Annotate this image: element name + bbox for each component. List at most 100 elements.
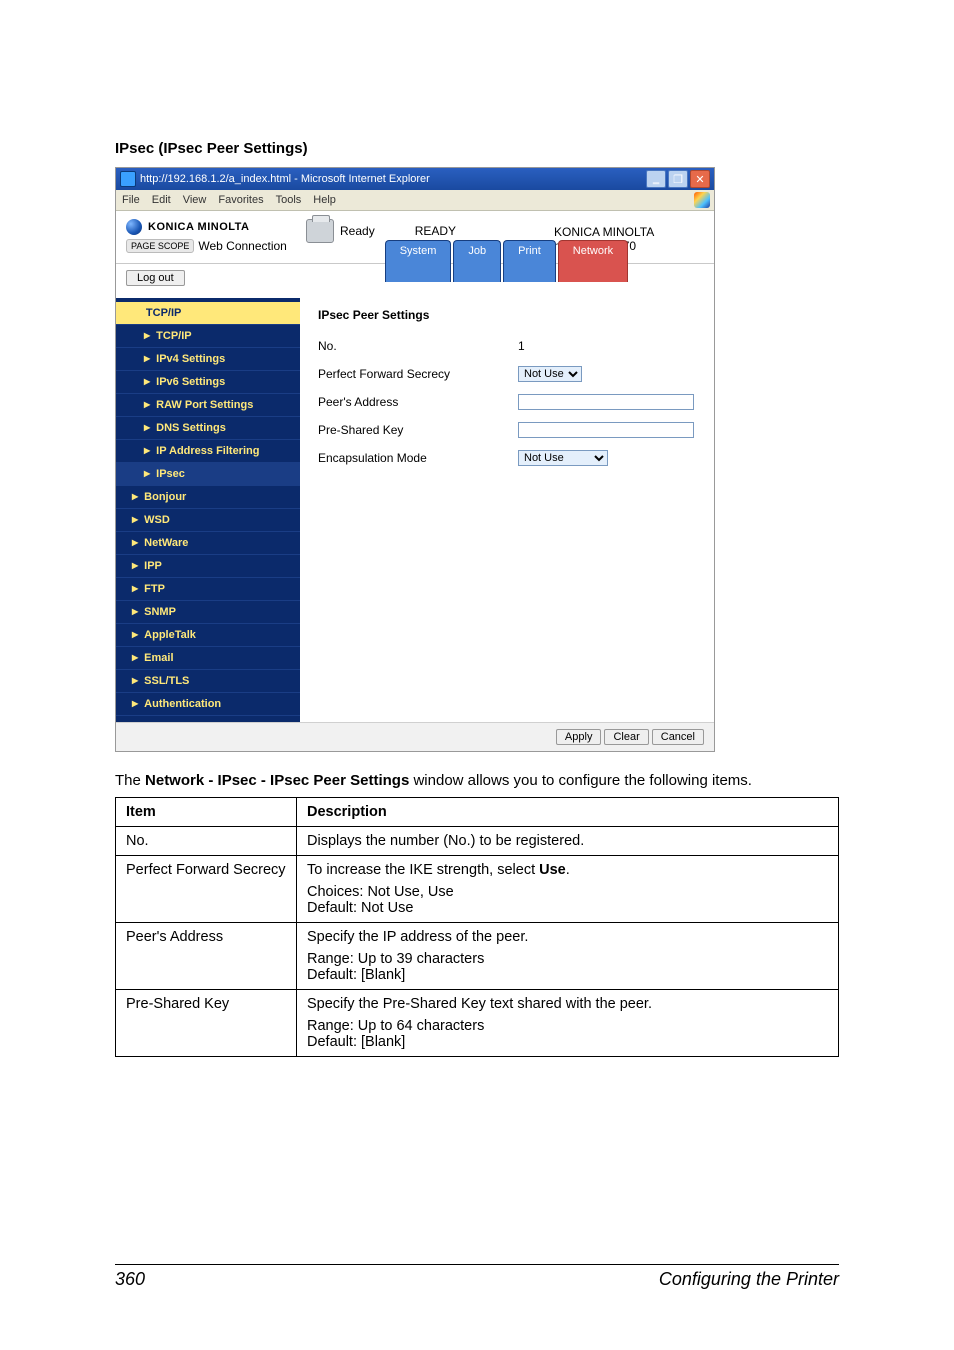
sidebar-item-wsd[interactable]: ▶WSD: [116, 509, 300, 532]
table-row: Peer's Address Specify the IP address of…: [116, 923, 839, 990]
desc-bold: Use: [539, 862, 566, 878]
cancel-button[interactable]: Cancel: [652, 729, 704, 745]
encapsulation-mode-select[interactable]: Not Use: [518, 450, 608, 466]
triangle-right-icon: ▶: [132, 676, 138, 685]
sidebar-group-tcpip[interactable]: ▼ TCP/IP: [116, 302, 300, 325]
sidebar-item-label: IP Address Filtering: [156, 445, 259, 457]
footer-rule: [115, 1264, 839, 1265]
caption-prefix: The: [115, 772, 145, 789]
sidebar-item-dns[interactable]: ▶ DNS Settings: [116, 417, 300, 440]
pfs-select[interactable]: Not Use: [518, 366, 582, 382]
triangle-right-icon: ▶: [132, 584, 138, 593]
triangle-right-icon: ▶: [132, 630, 138, 639]
footer-title: Configuring the Printer: [659, 1269, 839, 1290]
field-value-no: 1: [518, 339, 525, 353]
brand-name: KONICA MINOLTA: [148, 221, 250, 233]
triangle-right-icon: ▶: [144, 331, 150, 340]
tab-job[interactable]: Job: [453, 240, 501, 282]
sidebar-item-ssltls[interactable]: ▶ SSL/TLS: [116, 670, 300, 693]
sidebar-item-bonjour[interactable]: ▶Bonjour: [116, 486, 300, 509]
field-label-encap: Encapsulation Mode: [318, 451, 518, 465]
page-number: 360: [115, 1269, 145, 1290]
ie-throbber-icon: [694, 192, 710, 208]
menu-tools[interactable]: Tools: [276, 194, 302, 206]
menu-favorites[interactable]: Favorites: [218, 194, 263, 206]
sidebar-item-label: WSD: [144, 514, 170, 526]
konica-minolta-logo-icon: [126, 219, 142, 235]
triangle-right-icon: ▶: [132, 699, 138, 708]
apply-button[interactable]: Apply: [556, 729, 602, 745]
table-cell-item: No.: [116, 827, 297, 856]
desc-line: Default: [Blank]: [307, 1034, 828, 1050]
table-cell-desc: Displays the number (No.) to be register…: [297, 827, 839, 856]
sidebar-item-ipp[interactable]: ▶ IPP: [116, 555, 300, 578]
peer-address-input[interactable]: [518, 394, 694, 410]
sidebar-item-label: AppleTalk: [144, 629, 196, 641]
sidebar-item-label: DNS Settings: [156, 422, 226, 434]
desc-line: Specify the IP address of the peer.: [307, 929, 828, 945]
sidebar-item-email[interactable]: ▶Email: [116, 647, 300, 670]
sidebar-item-label: FTP: [144, 583, 165, 595]
sidebar-item-netware[interactable]: ▶NetWare: [116, 532, 300, 555]
status-ready-big: READY: [415, 224, 456, 238]
table-header-description: Description: [297, 798, 839, 827]
menu-bar: File Edit View Favorites Tools Help: [116, 190, 714, 211]
desc-text: To increase the IKE strength, select: [307, 862, 539, 878]
sidebar-item-authentication[interactable]: ▶ Authentication: [116, 693, 300, 716]
sidebar-item-snmp[interactable]: ▶SNMP: [116, 601, 300, 624]
sidebar: ▼ TCP/IP ▶ TCP/IP ▶ IPv4 Settings ▶IPv6 Se…: [116, 298, 300, 722]
tab-network[interactable]: Network: [558, 240, 628, 282]
triangle-right-icon: ▶: [132, 561, 138, 570]
sidebar-item-label: Bonjour: [144, 491, 186, 503]
screenshot-window: http://192.168.1.2/a_index.html - Micros…: [115, 167, 715, 752]
sidebar-item-label: NetWare: [144, 537, 188, 549]
menu-edit[interactable]: Edit: [152, 194, 171, 206]
sidebar-item-tcpip[interactable]: ▶ TCP/IP: [116, 325, 300, 348]
logout-button[interactable]: Log out: [126, 270, 185, 286]
triangle-right-icon: ▶: [144, 423, 150, 432]
sidebar-item-label: IPv4 Settings: [156, 353, 225, 365]
sidebar-item-label: SSL/TLS: [144, 675, 189, 687]
clear-button[interactable]: Clear: [604, 729, 648, 745]
printer-icon: [306, 219, 334, 243]
sidebar-item-ftp[interactable]: ▶ FTP: [116, 578, 300, 601]
menu-view[interactable]: View: [183, 194, 207, 206]
sidebar-item-ipv4[interactable]: ▶ IPv4 Settings: [116, 348, 300, 371]
chevron-down-icon: ▼: [132, 308, 140, 317]
triangle-right-icon: ▶: [144, 400, 150, 409]
sidebar-item-ipfilter[interactable]: ▶IP Address Filtering: [116, 440, 300, 463]
sidebar-group-label: TCP/IP: [146, 307, 181, 319]
sidebar-item-ipsec[interactable]: ▶IPsec: [116, 463, 300, 486]
sidebar-item-label: IPP: [144, 560, 162, 572]
table-cell-item: Perfect Forward Secrecy: [116, 856, 297, 923]
sidebar-item-rawport[interactable]: ▶RAW Port Settings: [116, 394, 300, 417]
caption-bold: Network - IPsec - IPsec Peer Settings: [145, 772, 409, 789]
sidebar-item-label: Email: [144, 652, 173, 664]
desc-line: Choices: Not Use, Use: [307, 884, 828, 900]
window-title: http://192.168.1.2/a_index.html - Micros…: [140, 173, 430, 185]
sidebar-item-label: TCP/IP: [156, 330, 191, 342]
window-maximize-button[interactable]: ❐: [668, 170, 688, 188]
sidebar-item-label: Authentication: [144, 698, 221, 710]
field-label-no: No.: [318, 339, 518, 353]
tab-print[interactable]: Print: [503, 240, 556, 282]
sidebar-item-appletalk[interactable]: ▶ AppleTalk: [116, 624, 300, 647]
menu-file[interactable]: File: [122, 194, 140, 206]
caption-paragraph: The Network - IPsec - IPsec Peer Setting…: [115, 770, 839, 791]
table-cell-item: Pre-Shared Key: [116, 990, 297, 1057]
menu-help[interactable]: Help: [313, 194, 336, 206]
triangle-right-icon: ▶: [144, 469, 150, 478]
window-minimize-button[interactable]: ‗: [646, 170, 666, 188]
window-close-button[interactable]: ✕: [690, 170, 710, 188]
tab-system[interactable]: System: [385, 240, 452, 282]
pagescope-text: Web Connection: [198, 239, 287, 253]
desc-line: Default: Not Use: [307, 900, 828, 916]
table-cell-desc: To increase the IKE strength, select Use…: [297, 856, 839, 923]
desc-line: Range: Up to 39 characters: [307, 951, 828, 967]
device-vendor: KONICA MINOLTA: [554, 225, 704, 239]
triangle-right-icon: ▶: [144, 354, 150, 363]
table-cell-desc: Specify the IP address of the peer. Rang…: [297, 923, 839, 990]
field-label-pfs: Perfect Forward Secrecy: [318, 367, 518, 381]
sidebar-item-ipv6[interactable]: ▶IPv6 Settings: [116, 371, 300, 394]
pre-shared-key-input[interactable]: [518, 422, 694, 438]
